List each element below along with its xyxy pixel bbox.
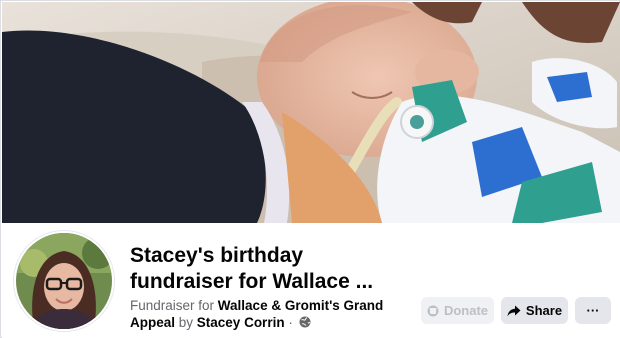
cover-photo[interactable] (2, 2, 620, 223)
title-line-2: fundraiser for Wallace ... (130, 270, 374, 293)
donate-label: Donate (443, 303, 489, 318)
organization-link-part-2[interactable]: Appeal (130, 315, 175, 330)
share-button[interactable]: Share (501, 297, 568, 324)
profile-photo (16, 233, 112, 329)
globe-icon (299, 315, 311, 328)
organizer-link[interactable]: Stacey Corrin (197, 315, 285, 330)
donate-icon (427, 305, 439, 316)
by-text: by (175, 315, 197, 330)
more-options-icon: ··· (586, 303, 600, 318)
fundraiser-card: Stacey's birthday fundraiser for Wallace… (0, 0, 620, 338)
share-label: Share (525, 303, 563, 318)
baby-photo-illustration (2, 2, 620, 223)
subtitle-prefix: Fundraiser for (130, 298, 218, 313)
donate-button[interactable]: Donate (421, 297, 494, 324)
fundraiser-info: Stacey's birthday fundraiser for Wallace… (2, 223, 620, 338)
organization-link-part-1[interactable]: Wallace & Gromit's Grand (218, 298, 384, 313)
fundraiser-subtitle: Fundraiser for Wallace & Gromit's Grand … (130, 297, 420, 331)
title-line-1: Stacey's birthday (130, 244, 304, 267)
share-arrow-icon (507, 305, 521, 316)
more-options-button[interactable]: ··· (575, 297, 611, 324)
fundraiser-title[interactable]: Stacey's birthday fundraiser for Wallace… (130, 243, 410, 295)
organizer-avatar[interactable] (14, 231, 114, 331)
separator-dot: · (284, 315, 297, 330)
